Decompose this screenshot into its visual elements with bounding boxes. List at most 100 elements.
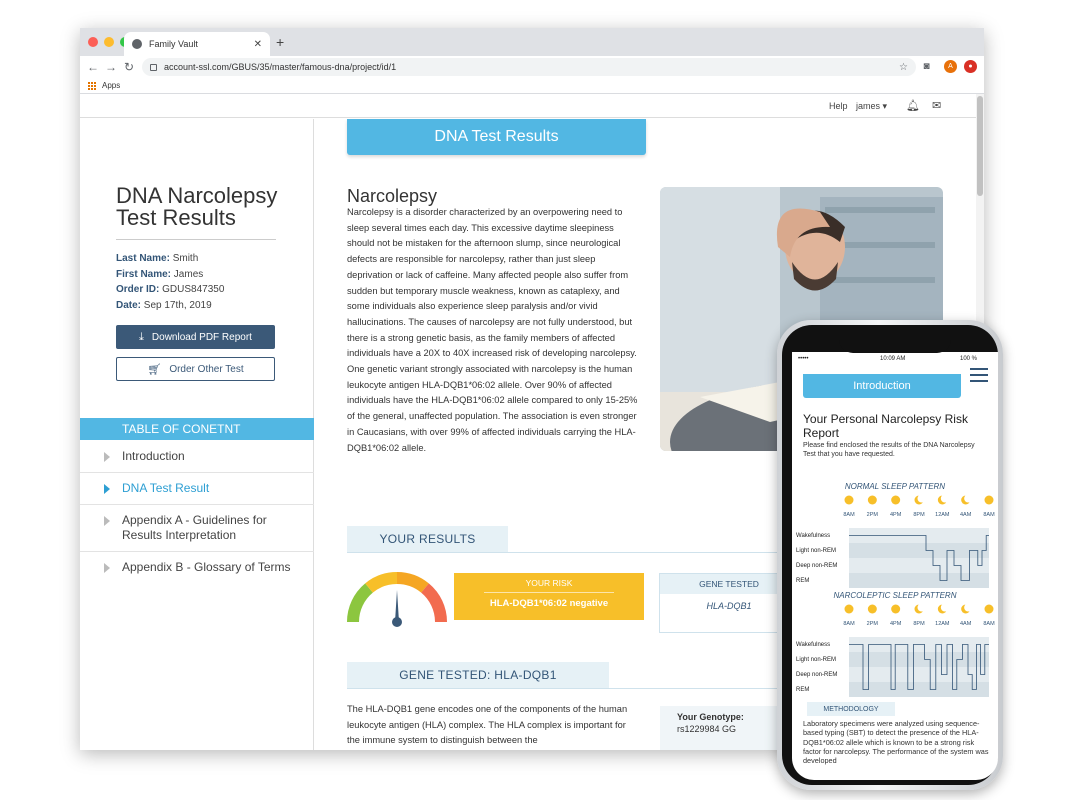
toc-item-appendix-b[interactable]: Appendix B - Glossary of Terms: [80, 552, 314, 583]
time-tick-label: 4AM: [960, 621, 972, 627]
time-tick-label: 8PM: [913, 512, 925, 518]
download-icon: ⤓: [139, 330, 144, 343]
lock-icon: [150, 63, 157, 71]
time-tick-label: 4AM: [960, 512, 972, 518]
toc-item-appendix-a[interactable]: Appendix A - Guidelines for Results Inte…: [80, 505, 314, 552]
time-tick-label: 8AM: [983, 512, 995, 518]
first-name-row: First Name: James: [116, 267, 224, 283]
stage-band: [849, 682, 989, 697]
triangle-right-icon: [104, 484, 110, 494]
forward-arrow-icon[interactable]: →: [102, 60, 120, 74]
toc-item-label: Introduction: [122, 449, 185, 463]
browser-tab[interactable]: Family Vault ✕: [124, 32, 270, 56]
genotype-value: rs1229984 GG: [677, 724, 737, 734]
field-label: Date:: [116, 299, 142, 311]
apps-link[interactable]: Apps: [102, 81, 120, 90]
help-link[interactable]: Help: [829, 101, 848, 111]
profile-avatar[interactable]: A: [944, 60, 957, 73]
url-field[interactable]: account-ssl.com/GBUS/35/master/famous-dn…: [142, 58, 916, 76]
phone-screen: ••••• 10:09 AM 100 % Introduction Your P…: [792, 352, 998, 780]
sun-icon: [867, 604, 877, 614]
download-pdf-label: Download PDF Report: [151, 331, 252, 343]
time-tick-label: 4PM: [890, 512, 902, 518]
toc-item-introduction[interactable]: Introduction: [80, 441, 314, 473]
stage-label: Light non-REM: [796, 657, 836, 663]
sun-icon: [984, 604, 994, 614]
back-arrow-icon[interactable]: ←: [84, 60, 102, 74]
main-header: DNA Test Results: [347, 119, 646, 155]
field-value: Sep 17th, 2019: [143, 299, 212, 311]
stage-label: Light non-REM: [796, 548, 836, 554]
toc-item-label: DNA Test Result: [122, 481, 210, 495]
scrollbar-thumb[interactable]: [977, 96, 983, 196]
your-risk-value: HLA-DQB1*06:02 negative: [489, 598, 609, 609]
toc-item-dna-test-result[interactable]: DNA Test Result: [80, 473, 314, 505]
section-divider: [347, 552, 807, 553]
field-label: First Name:: [116, 268, 172, 280]
stage-label: REM: [796, 578, 809, 584]
phone-report-title: Your Personal Narcolepsy Risk Report: [803, 412, 968, 440]
extension-icon[interactable]: ●: [964, 60, 977, 73]
triangle-right-icon: [104, 452, 110, 462]
toc-item-label: Appendix B - Glossary of Terms: [122, 560, 291, 574]
toc-list: Introduction DNA Test Result Appendix A …: [80, 441, 314, 583]
triangle-right-icon: [104, 563, 110, 573]
stage-band: [849, 543, 989, 558]
stage-label: Deep non-REM: [796, 672, 837, 678]
time-tick-label: 8PM: [913, 621, 925, 627]
hamburger-menu-icon[interactable]: [970, 368, 988, 386]
phone-statusbar: ••••• 10:09 AM 100 %: [792, 352, 998, 366]
phone-bezel: ••••• 10:09 AM 100 % Introduction Your P…: [782, 325, 998, 785]
order-other-test-button[interactable]: 🛒︎ Order Other Test: [116, 357, 275, 381]
sun-icon: [844, 604, 854, 614]
download-pdf-button[interactable]: ⤓ Download PDF Report: [116, 325, 275, 349]
user-menu[interactable]: james ▾: [856, 101, 887, 112]
stage-label: Wakefulness: [796, 533, 830, 539]
sun-icon: [891, 495, 901, 505]
your-risk-box: YOUR RISK HLA-DQB1*06:02 negative: [454, 573, 644, 620]
cart-icon: 🛒︎: [147, 363, 162, 376]
time-tick-label: 8AM: [843, 621, 855, 627]
methodology-text: Laboratory specimens were analyzed using…: [803, 719, 989, 766]
camera-icon[interactable]: ◙: [920, 60, 933, 73]
globe-icon: [132, 39, 142, 49]
apps-grid-icon[interactable]: [88, 81, 96, 90]
phone-intro-tab: Introduction: [803, 374, 961, 398]
bookmarks-bar: Apps: [80, 78, 984, 94]
bell-icon[interactable]: 🔔︎: [906, 99, 920, 112]
genotype-box: Your Genotype: rs1229984 GG: [660, 706, 790, 750]
minimize-window-button[interactable]: [104, 37, 114, 47]
sun-icon: [891, 604, 901, 614]
stage-label: Deep non-REM: [796, 563, 837, 569]
last-name-row: Last Name: Smith: [116, 251, 224, 267]
field-label: Last Name:: [116, 253, 170, 264]
methodology-heading: METHODOLOGY: [807, 702, 895, 716]
close-tab-icon[interactable]: ✕: [254, 39, 262, 50]
phone-battery: 100 %: [960, 356, 978, 362]
sun-icon: [844, 495, 854, 505]
date-row: Date: Sep 17th, 2019: [116, 298, 224, 314]
divider: [116, 239, 276, 240]
url-text: account-ssl.com/GBUS/35/master/famous-dn…: [164, 62, 397, 72]
close-window-button[interactable]: [88, 37, 98, 47]
field-value: Smith: [172, 253, 199, 264]
reload-icon[interactable]: ↻: [120, 60, 138, 74]
bookmark-star-icon[interactable]: ☆: [899, 62, 908, 73]
genotype-label: Your Genotype:: [677, 712, 744, 722]
phone-mockup: ••••• 10:09 AM 100 % Introduction Your P…: [777, 320, 1003, 790]
phone-notch: [839, 325, 951, 353]
stage-label: REM: [796, 687, 809, 693]
divider: [484, 592, 614, 593]
browser-tabbar: Family Vault ✕ +: [80, 28, 984, 56]
mail-icon[interactable]: ✉: [932, 99, 941, 112]
risk-gauge: [347, 572, 447, 627]
phone-report-subtitle: Please find enclosed the results of the …: [803, 442, 975, 458]
new-tab-button[interactable]: +: [276, 34, 284, 50]
sun-icon: [984, 495, 994, 505]
time-tick-label: 8AM: [843, 512, 855, 518]
stage-label: Wakefulness: [796, 642, 830, 648]
article-body: Narcolepsy is a disorder characterized b…: [347, 207, 638, 453]
user-topbar: Help james ▾ 🔔︎ ✉: [80, 94, 984, 118]
time-tick-label: 12AM: [935, 512, 950, 518]
sidebar: DNA Narcolepsy Test Results Last Name: S…: [80, 119, 314, 750]
